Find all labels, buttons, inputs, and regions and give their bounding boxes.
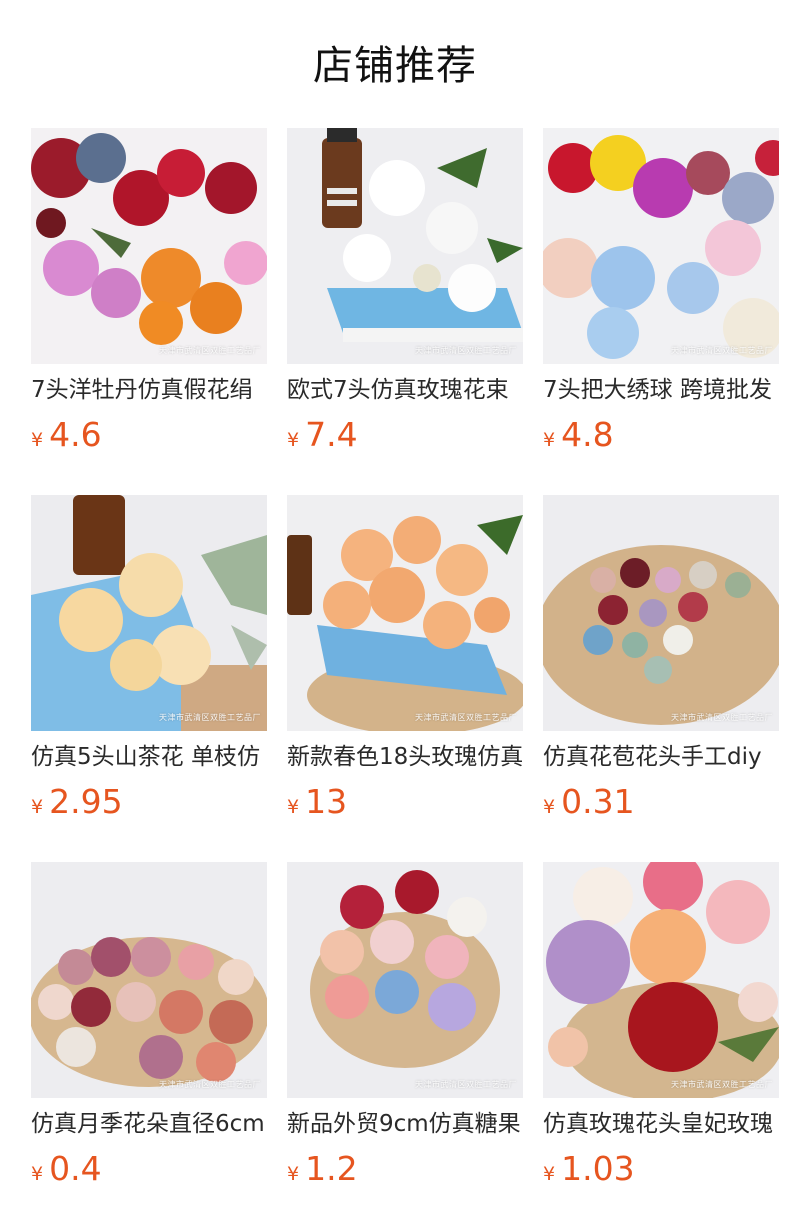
product-name[interactable]: 仿真5头山茶花 单枝仿 xyxy=(31,741,267,773)
currency-symbol: ¥ xyxy=(31,796,44,818)
product-price: ¥13 xyxy=(287,782,347,822)
watermark-text: 天津市武清区双胜工艺品厂 xyxy=(159,1080,261,1089)
product-price: ¥1.03 xyxy=(543,1149,635,1189)
peach-rose-bouquet-image[interactable]: 天津市武清区双胜工艺品厂 xyxy=(287,495,523,731)
product-card[interactable]: 天津市武清区双胜工艺品厂 欧式7头仿真玫瑰花束 ¥7.4 xyxy=(287,128,523,473)
currency-symbol: ¥ xyxy=(287,1163,300,1185)
currency-symbol: ¥ xyxy=(543,796,556,818)
watermark-text: 天津市武清区双胜工艺品厂 xyxy=(671,1080,773,1089)
watermark-text: 天津市武清区双胜工艺品厂 xyxy=(159,713,261,722)
product-card[interactable]: 天津市武清区双胜工艺品厂 新品外贸9cm仿真糖果 ¥1.2 xyxy=(287,862,523,1207)
product-price: ¥1.2 xyxy=(287,1149,358,1189)
product-card[interactable]: 天津市武清区双胜工艺品厂 新款春色18头玫瑰仿真 ¥13 xyxy=(287,495,523,840)
watermark-text: 天津市武清区双胜工艺品厂 xyxy=(671,346,773,355)
currency-symbol: ¥ xyxy=(31,429,44,451)
product-price: ¥0.31 xyxy=(543,782,635,822)
flower-bud-heads-image[interactable]: 天津市武清区双胜工艺品厂 xyxy=(543,495,779,731)
product-card[interactable]: 天津市武清区双胜工艺品厂 仿真月季花朵直径6cm ¥0.4 xyxy=(31,862,267,1207)
product-card[interactable]: 天津市武清区双胜工艺品厂 仿真玫瑰花头皇妃玫瑰 ¥1.03 xyxy=(543,862,779,1207)
product-price: ¥2.95 xyxy=(31,782,123,822)
price-value: 7.4 xyxy=(305,415,358,454)
product-price: ¥0.4 xyxy=(31,1149,102,1189)
product-name[interactable]: 仿真玫瑰花头皇妃玫瑰 xyxy=(543,1108,779,1140)
price-value: 1.2 xyxy=(305,1149,358,1188)
price-value: 0.4 xyxy=(49,1149,102,1188)
princess-rose-heads-image[interactable]: 天津市武清区双胜工艺品厂 xyxy=(543,862,779,1098)
watermark-text: 天津市武清区双胜工艺品厂 xyxy=(159,346,261,355)
price-value: 1.03 xyxy=(561,1149,635,1188)
watermark-text: 天津市武清区双胜工艺品厂 xyxy=(415,713,517,722)
watermark-text: 天津市武清区双胜工艺品厂 xyxy=(415,1080,517,1089)
product-card[interactable]: 天津市武清区双胜工艺品厂 仿真5头山茶花 单枝仿 ¥2.95 xyxy=(31,495,267,840)
currency-symbol: ¥ xyxy=(543,429,556,451)
page-title: 店铺推荐 xyxy=(313,43,477,89)
currency-symbol: ¥ xyxy=(31,1163,44,1185)
currency-symbol: ¥ xyxy=(287,796,300,818)
product-name[interactable]: 7头洋牡丹仿真假花绢 xyxy=(31,374,267,406)
product-card[interactable]: 天津市武清区双胜工艺品厂 仿真花苞花头手工diy ¥0.31 xyxy=(543,495,779,840)
hydrangea-image[interactable]: 天津市武清区双胜工艺品厂 xyxy=(543,128,779,364)
candy-rose-heads-image[interactable]: 天津市武清区双胜工艺品厂 xyxy=(287,862,523,1098)
product-name[interactable]: 仿真花苞花头手工diy xyxy=(543,741,779,773)
product-price: ¥4.8 xyxy=(543,415,614,455)
price-value: 4.8 xyxy=(561,415,614,454)
price-value: 13 xyxy=(305,782,348,821)
product-price: ¥4.6 xyxy=(31,415,102,455)
price-value: 4.6 xyxy=(49,415,102,454)
peony-bouquet-image[interactable]: 天津市武清区双胜工艺品厂 xyxy=(31,128,267,364)
white-rose-bouquet-image[interactable]: 天津市武清区双胜工艺品厂 xyxy=(287,128,523,364)
product-card[interactable]: 天津市武清区双胜工艺品厂 7头洋牡丹仿真假花绢 ¥4.6 xyxy=(31,128,267,473)
product-name[interactable]: 新款春色18头玫瑰仿真 xyxy=(287,741,523,773)
product-card[interactable]: 天津市武清区双胜工艺品厂 7头把大绣球 跨境批发 ¥4.8 xyxy=(543,128,779,473)
price-value: 2.95 xyxy=(49,782,123,821)
rose-blossom-heads-image[interactable]: 天津市武清区双胜工艺品厂 xyxy=(31,862,267,1098)
champagne-camellia-image[interactable]: 天津市武清区双胜工艺品厂 xyxy=(31,495,267,731)
currency-symbol: ¥ xyxy=(287,429,300,451)
currency-symbol: ¥ xyxy=(543,1163,556,1185)
watermark-text: 天津市武清区双胜工艺品厂 xyxy=(671,713,773,722)
product-name[interactable]: 仿真月季花朵直径6cm xyxy=(31,1108,267,1140)
product-price: ¥7.4 xyxy=(287,415,358,455)
product-name[interactable]: 欧式7头仿真玫瑰花束 xyxy=(287,374,523,406)
product-name[interactable]: 7头把大绣球 跨境批发 xyxy=(543,374,779,406)
watermark-text: 天津市武清区双胜工艺品厂 xyxy=(415,346,517,355)
price-value: 0.31 xyxy=(561,782,635,821)
product-name[interactable]: 新品外贸9cm仿真糖果 xyxy=(287,1108,523,1140)
